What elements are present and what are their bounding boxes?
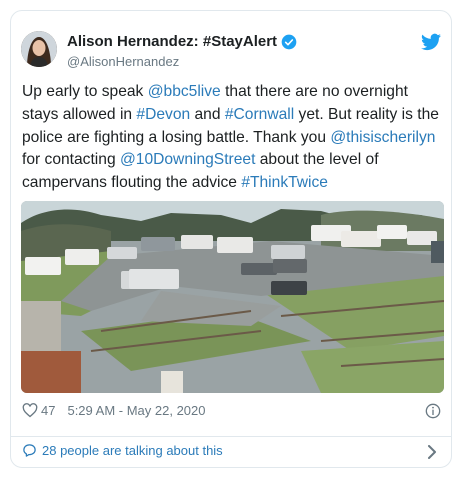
tweet-link[interactable]: @bbc5live [148, 83, 221, 100]
speech-bubble-icon [23, 444, 36, 457]
conversation-label[interactable]: 28 people are talking about this [42, 443, 223, 458]
tweet-text-segment: for contacting [22, 151, 120, 169]
tweet-link[interactable]: @thisischerilyn [330, 129, 435, 146]
tweet-photo[interactable] [21, 201, 444, 393]
chevron-right-icon[interactable] [427, 445, 437, 459]
tweet-text-segment: Up early to speak [22, 83, 148, 100]
tweet-text: Up early to speak @bbc5live that there a… [22, 81, 447, 195]
info-icon[interactable] [425, 403, 441, 419]
tweet-link[interactable]: @10DowningStreet [120, 151, 255, 168]
twitter-bird-icon[interactable] [421, 33, 441, 51]
conversation-link[interactable]: 28 people are talking about this [22, 443, 223, 458]
tweet-footer: 47 5:29 AM - May 22, 2020 [22, 403, 206, 418]
author-name[interactable]: Alison Hernandez: #StayAlert [67, 33, 297, 50]
verified-badge-icon [281, 34, 297, 49]
like-count[interactable]: 47 [41, 403, 55, 418]
avatar[interactable] [21, 31, 57, 67]
tweet-timestamp[interactable]: 5:29 AM - May 22, 2020 [67, 403, 205, 418]
author-handle[interactable]: @AlisonHernandez [67, 54, 179, 69]
tweet-text-segment: and [190, 105, 225, 123]
tweet-link[interactable]: #Devon [136, 106, 190, 123]
tweet-card[interactable]: Alison Hernandez: #StayAlert @AlisonHern… [10, 10, 452, 468]
heart-icon[interactable] [22, 403, 38, 418]
tweet-link[interactable]: #ThinkTwice [241, 174, 328, 191]
tweet-link[interactable]: #Cornwall [225, 106, 294, 123]
campervan-car-park-image [21, 201, 444, 393]
divider [11, 436, 451, 437]
author-name-text[interactable]: Alison Hernandez: #StayAlert [67, 33, 277, 50]
